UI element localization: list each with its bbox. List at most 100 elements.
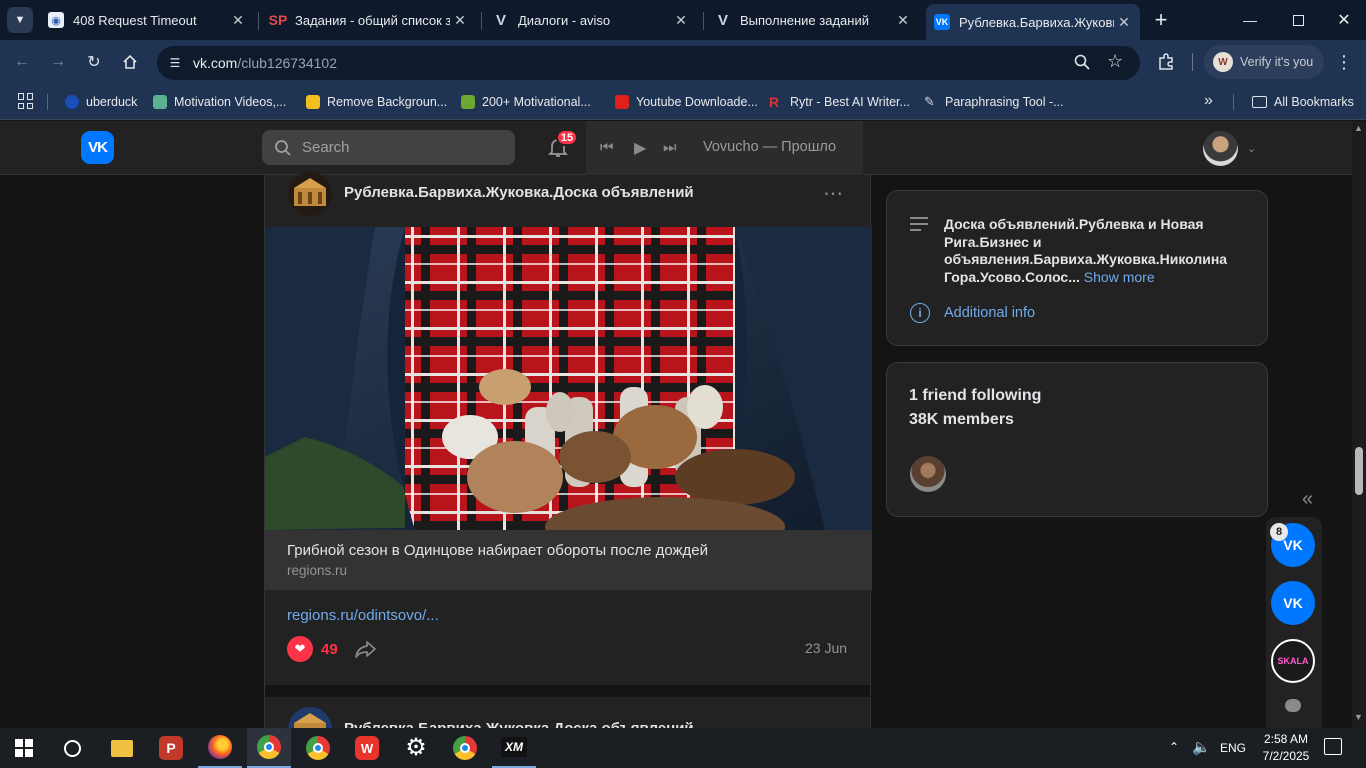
close-tab-icon[interactable]: ✕ [228,12,248,29]
minimize-button[interactable]: — [1232,8,1268,32]
bookmark-remove-background[interactable]: Remove Backgroun... [306,92,447,112]
post-photo[interactable] [265,227,872,530]
page-scrollbar[interactable]: ▲ ▼ [1352,121,1366,728]
tray-overflow-icon[interactable]: ⌃ [1169,740,1179,754]
post-link[interactable]: regions.ru/odintsovo/... [287,607,439,624]
bookmarks-bar: uberduck Motivation Videos,... Remove Ba… [0,84,1366,120]
circle-search-icon [63,739,81,757]
close-tab-icon[interactable]: ✕ [1114,14,1134,31]
player-track-title[interactable]: Vovucho — Прошло [703,139,836,155]
chrome-icon [453,736,477,760]
search-placeholder: Search [302,139,350,156]
close-window-button[interactable]: ✕ [1326,8,1362,32]
bookmark-star-icon[interactable]: ☆ [1107,51,1123,72]
restore-button[interactable] [1280,8,1316,32]
taskbar-app-p[interactable]: P [149,728,193,768]
settings-button[interactable]: ⚙ [394,728,438,768]
all-bookmarks-button[interactable]: All Bookmarks [1252,92,1354,112]
bookmark-motivation-videos[interactable]: Motivation Videos,... [153,92,286,112]
home-button[interactable] [118,50,142,74]
friends-following[interactable]: 1 friend following [909,387,1041,405]
description-icon [910,217,928,231]
scroll-down-icon[interactable]: ▼ [1354,712,1363,722]
chrome-profile-button[interactable] [247,728,291,768]
new-tab-button[interactable]: + [1150,6,1172,34]
forward-button[interactable]: → [46,50,70,74]
wall-post: Рублевка.Барвиха.Жуковка.Доска объявлени… [264,172,872,751]
bookmark-rytr[interactable]: R Rytr - Best AI Writer... [769,92,910,112]
apps-grid-icon[interactable] [18,93,34,109]
bookmark-paraphrasing-tool[interactable]: ✎ Paraphrasing Tool -... [924,92,1064,112]
scroll-up-icon[interactable]: ▲ [1354,123,1363,133]
notifications-center-button[interactable] [1324,738,1342,755]
bookmark-200-motivational[interactable]: 200+ Motivational... [461,92,591,112]
show-more-link[interactable]: Show more [1084,269,1155,285]
collapse-chats-icon[interactable]: « [1302,488,1313,511]
vk-logo[interactable]: VK [81,131,114,164]
start-button[interactable] [2,728,46,768]
messages-icon[interactable] [1285,699,1301,712]
chat-vk-2[interactable]: VK [1271,581,1315,625]
file-explorer-button[interactable] [100,728,144,768]
back-button[interactable]: ← [10,50,34,74]
profile-label: Verify it's you [1240,55,1314,69]
post-menu-button[interactable]: ⋯ [823,181,844,206]
windows-taskbar: P W ⚙ XM ⌃ 🔈 ENG 2:58 AM 7/2/2025 [0,728,1366,768]
additional-info-link[interactable]: Additional info [944,305,1035,321]
address-bar[interactable]: ☰ vk.com/club126734102 ☆ [157,46,1140,80]
uberduck-icon [65,95,79,109]
globe-icon: ◉ [48,12,64,28]
chat-skala[interactable]: SKALA [1271,639,1315,683]
search-input[interactable]: Search [262,130,515,165]
members-count[interactable]: 38K members [909,411,1014,429]
vk-header: VK Search 15 ⏮ ▶ ⏭ Vovucho — Прошло ⌄ [0,121,1352,175]
user-menu[interactable]: ⌄ [1203,130,1259,166]
bookmarks-divider [1233,94,1234,110]
close-tab-icon[interactable]: ✕ [450,12,470,29]
tab-dialogs-aviso[interactable]: V Диалоги - aviso ✕ [487,0,697,40]
notifications-button[interactable]: 15 [546,129,578,161]
play-icon[interactable]: ▶ [634,138,646,158]
aviso-icon: V [717,11,728,29]
site-info-icon[interactable]: ☰ [165,53,185,73]
post-author[interactable]: Рублевка.Барвиха.Жуковка.Доска объявлени… [344,184,694,201]
wps-icon: W [355,736,379,760]
bookmark-youtube-downloader[interactable]: Youtube Downloade... [615,92,758,112]
language-indicator[interactable]: ENG [1220,741,1246,755]
browser-menu-button[interactable]: ⋮ [1332,50,1356,74]
clock[interactable]: 2:58 AM 7/2/2025 [1252,731,1320,765]
wps-office-button[interactable]: W [345,728,389,768]
members-card: 1 friend following 38K members [886,362,1268,517]
scrollbar-thumb[interactable] [1355,447,1363,495]
previous-track-icon[interactable]: ⏮ [600,139,614,156]
zoom-icon[interactable] [1074,53,1090,75]
close-tab-icon[interactable]: ✕ [671,12,691,29]
link-preview-card[interactable]: Грибной сезон в Одинцове набирает оборот… [265,530,872,590]
tab-task-execution[interactable]: V Выполнение заданий ✕ [709,0,919,40]
close-tab-icon[interactable]: ✕ [893,12,913,29]
tab-408-request-timeout[interactable]: ◉ 408 Request Timeout ✕ [42,0,254,40]
tab-search-button[interactable]: ▼ [7,7,33,33]
bookmark-uberduck[interactable]: uberduck [65,92,137,112]
search-taskbar-button[interactable] [50,728,94,768]
minimize-icon: — [1243,12,1257,28]
chrome-button[interactable] [296,728,340,768]
friend-avatar[interactable] [910,456,946,492]
like-button[interactable]: ❤ 49 [287,635,338,663]
firefox-button[interactable] [198,728,242,768]
tab-tasks-list[interactable]: SP Задания - общий список за ✕ [264,0,476,40]
aviso-icon: V [495,11,506,29]
bookmarks-overflow-button[interactable]: » [1204,92,1213,110]
tab-vk-club[interactable]: VK Рублевка.Барвиха.Жуковка. ✕ [926,4,1140,40]
xm-app-button[interactable]: XM [492,728,536,768]
community-avatar[interactable] [288,172,332,216]
profile-chip[interactable]: W Verify it's you [1204,45,1324,79]
extensions-button[interactable] [1154,50,1178,74]
chrome-alt-button[interactable] [443,728,487,768]
volume-icon[interactable]: 🔈 [1192,738,1211,756]
link-preview-title: Грибной сезон в Одинцове набирает оборот… [287,542,709,559]
reload-button[interactable]: ↻ [82,50,106,74]
info-icon: i [910,303,930,323]
share-button[interactable] [354,637,378,661]
next-track-icon[interactable]: ⏭ [663,139,677,156]
